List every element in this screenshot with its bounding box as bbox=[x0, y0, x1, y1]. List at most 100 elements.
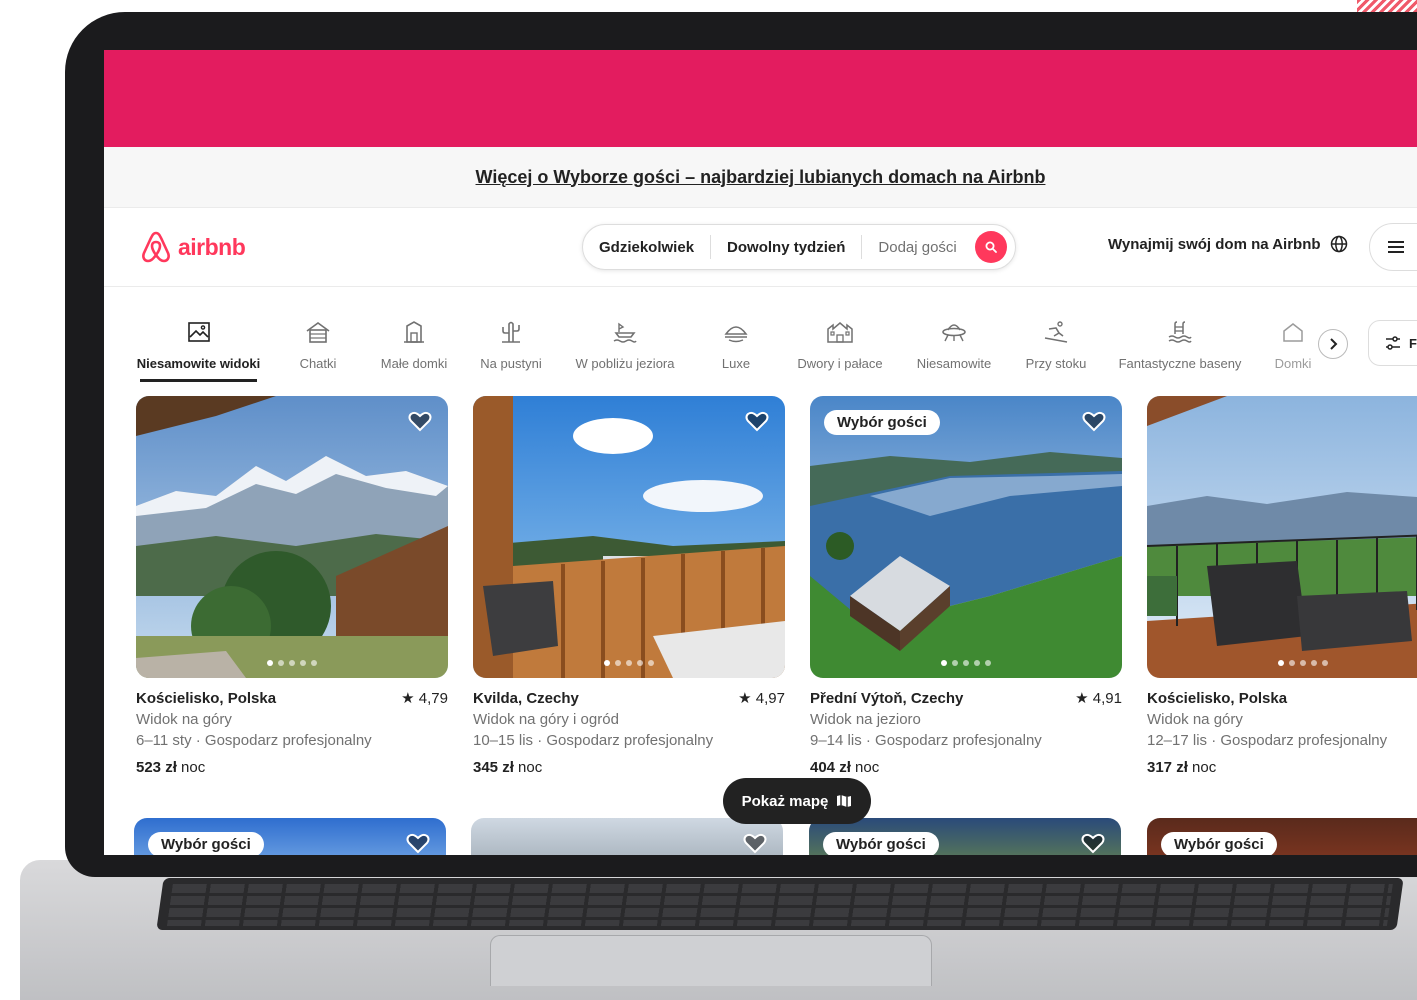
listing-card[interactable]: Kościelisko, Polska Widok na góry 12–17 … bbox=[1147, 396, 1417, 778]
listing-dates: 10–15 lis · Gospodarz profesjonalny bbox=[473, 732, 714, 749]
filters-button[interactable]: Filtry bbox=[1368, 320, 1417, 366]
listing-image-balcony bbox=[473, 396, 785, 678]
category-label: Niesamowite bbox=[916, 356, 992, 371]
category-fantastyczne-baseny[interactable]: Fantastyczne baseny bbox=[1119, 286, 1241, 382]
category-dwory-i-palace[interactable]: Dwory i pałace bbox=[796, 286, 884, 382]
category-label: Fantastyczne baseny bbox=[1118, 356, 1242, 371]
hamburger-icon bbox=[1388, 241, 1404, 253]
listing-dates: 9–14 lis · Gospodarz profesjonalny bbox=[810, 732, 1042, 749]
category-w-poblizu-jeziora[interactable]: W pobliżu jeziora bbox=[574, 286, 676, 382]
show-map-button[interactable]: Pokaż mapę bbox=[723, 778, 871, 824]
category-next-button[interactable] bbox=[1318, 329, 1348, 359]
carousel-dots bbox=[941, 660, 991, 666]
category-niesamowite-widoki[interactable]: Niesamowite widoki bbox=[137, 286, 260, 382]
heart-icon bbox=[408, 411, 432, 432]
category-label: Małe domki bbox=[380, 356, 448, 371]
favorite-button[interactable] bbox=[745, 410, 769, 437]
filters-label: Filtry bbox=[1409, 335, 1417, 351]
category-label: Luxe bbox=[721, 356, 751, 371]
promo-bar: Więcej o Wyborze gości – najbardziej lub… bbox=[104, 147, 1417, 208]
category-luxe[interactable]: Luxe bbox=[716, 286, 756, 382]
listing-card[interactable]: Wybór gości Přední Výtoň, Czechy ★ 4,91 W… bbox=[810, 396, 1122, 778]
category-label: W pobliżu jeziora bbox=[575, 356, 675, 371]
user-menu-button[interactable] bbox=[1369, 223, 1417, 271]
search-guests[interactable]: Dodaj gości bbox=[862, 239, 968, 256]
listing-card[interactable] bbox=[471, 818, 783, 855]
listing-image-mountains bbox=[136, 396, 448, 678]
category-label: Dwory i pałace bbox=[797, 356, 883, 371]
price-amount: 404 zł bbox=[810, 759, 851, 776]
listing-card[interactable]: Wybór gości bbox=[1147, 818, 1417, 855]
listing-image-lake bbox=[810, 396, 1122, 678]
favorite-button[interactable] bbox=[743, 832, 767, 855]
rating-value: 4,79 bbox=[418, 690, 448, 707]
category-male-domki[interactable]: Małe domki bbox=[379, 286, 449, 382]
heart-icon bbox=[743, 833, 767, 854]
category-przy-stoku[interactable]: Przy stoku bbox=[1025, 286, 1087, 382]
heart-icon bbox=[1081, 833, 1105, 854]
category-label: Niesamowite widoki bbox=[136, 356, 261, 371]
category-domki[interactable]: Domki bbox=[1274, 286, 1312, 382]
price-amount: 523 zł bbox=[136, 759, 177, 776]
listing-card[interactable]: Kvilda, Czechy ★ 4,97 Widok na góry i ogr… bbox=[473, 396, 785, 778]
category-na-pustyni[interactable]: Na pustyni bbox=[480, 286, 542, 382]
listing-photo[interactable]: Wybór gości bbox=[810, 396, 1122, 678]
favorite-button[interactable] bbox=[406, 832, 430, 855]
keyboard bbox=[156, 878, 1404, 930]
favorite-button[interactable] bbox=[1082, 410, 1106, 437]
favorite-button[interactable] bbox=[1081, 832, 1105, 855]
search-where[interactable]: Gdziekolwiek bbox=[583, 239, 710, 256]
panorama-icon bbox=[187, 322, 210, 342]
guest-favorite-badge: Wybór gości bbox=[823, 832, 939, 855]
category-chatki[interactable]: Chatki bbox=[294, 286, 342, 382]
trackpad bbox=[490, 935, 932, 986]
category-niesamowite[interactable]: Niesamowite bbox=[916, 286, 992, 382]
header: airbnb Gdziekolwiek Dowolny tydzień Doda… bbox=[104, 208, 1417, 287]
promo-link[interactable]: Więcej o Wyborze gości – najbardziej lub… bbox=[476, 167, 1046, 188]
guest-favorite-badge: Wybór gości bbox=[148, 832, 264, 855]
price-unit: noc bbox=[1192, 759, 1217, 776]
cactus-icon bbox=[502, 321, 520, 343]
listing-dates: 12–17 lis · Gospodarz profesjonalny bbox=[1147, 732, 1388, 749]
price-amount: 345 zł bbox=[473, 759, 514, 776]
search-bar[interactable]: Gdziekolwiek Dowolny tydzień Dodaj gości bbox=[582, 224, 1016, 270]
price-unit: noc bbox=[855, 759, 880, 776]
airbnb-logo[interactable]: airbnb bbox=[140, 230, 246, 264]
star-icon: ★ bbox=[401, 690, 419, 707]
listing-photo[interactable] bbox=[1147, 396, 1417, 678]
listing-photo[interactable] bbox=[136, 396, 448, 678]
search-button[interactable] bbox=[975, 231, 1007, 263]
search-icon bbox=[985, 241, 997, 253]
rating-value: 4,97 bbox=[755, 690, 785, 707]
listing-card[interactable]: Wybór gości bbox=[134, 818, 446, 855]
skier-icon bbox=[1044, 321, 1068, 343]
cabin-icon bbox=[306, 322, 330, 343]
listing-card[interactable]: Kościelisko, Polska ★ 4,79 Widok na góry … bbox=[136, 396, 448, 778]
globe-icon bbox=[1330, 235, 1348, 253]
show-map-label: Pokaż mapę bbox=[741, 792, 829, 810]
map-icon bbox=[837, 795, 852, 807]
chevron-right-icon bbox=[1330, 338, 1338, 350]
listing-price: 404 zł noc bbox=[810, 757, 1122, 778]
category-label: Przy stoku bbox=[1025, 356, 1087, 371]
language-button[interactable] bbox=[1330, 235, 1348, 258]
category-bar: Niesamowite widoki Chatki Małe domki Na … bbox=[104, 286, 1417, 386]
category-label: Chatki bbox=[299, 356, 337, 371]
favorite-button[interactable] bbox=[408, 410, 432, 437]
listing-location: Přední Výtoň, Czechy bbox=[810, 690, 964, 707]
listing-price: 345 zł noc bbox=[473, 757, 785, 778]
airbnb-logo-icon bbox=[142, 231, 170, 263]
host-link[interactable]: Wynajmij swój dom na Airbnb bbox=[1108, 236, 1321, 253]
listing-dates: 6–11 sty · Gospodarz profesjonalny bbox=[136, 732, 372, 749]
search-when[interactable]: Dowolny tydzień bbox=[711, 239, 861, 256]
listing-rating: ★ 4,97 bbox=[738, 688, 785, 709]
listing-rating: ★ 4,91 bbox=[1075, 688, 1122, 709]
listing-price: 523 zł noc bbox=[136, 757, 448, 778]
price-unit: noc bbox=[518, 759, 543, 776]
top-banner bbox=[104, 50, 1417, 147]
sliders-icon bbox=[1386, 336, 1400, 350]
listing-title: Widok na jezioro bbox=[810, 711, 921, 728]
listing-card[interactable]: Wybór gości bbox=[809, 818, 1121, 855]
heart-icon bbox=[406, 833, 430, 854]
listing-photo[interactable] bbox=[473, 396, 785, 678]
